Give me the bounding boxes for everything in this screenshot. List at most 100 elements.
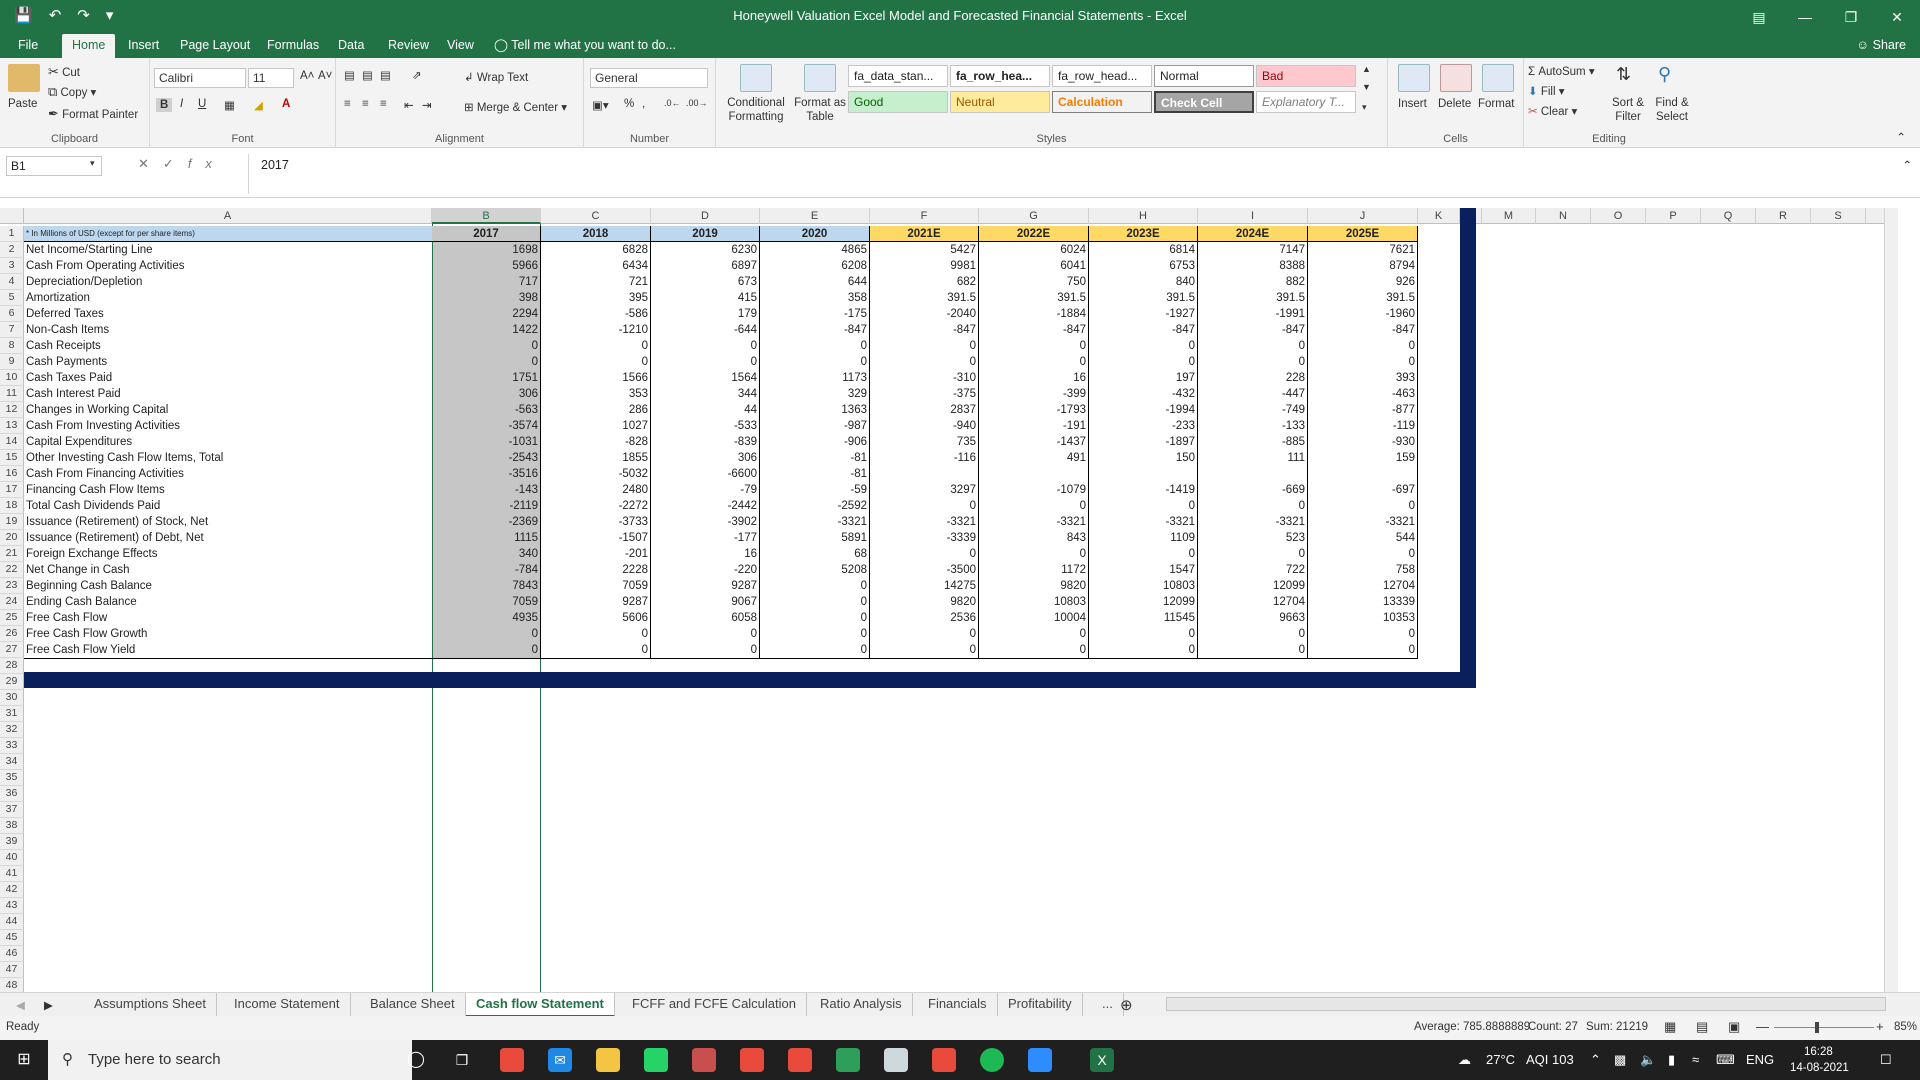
value-cell[interactable]: 0 [870,354,979,370]
worksheet-grid[interactable]: ABCDEFGHIJKLMNOPQRST12345678910111213141… [0,208,1898,992]
row-header[interactable]: 31 [0,706,24,722]
value-cell[interactable]: -191 [979,418,1089,434]
value-cell[interactable]: 0 [760,626,870,642]
horizontal-scrollbar[interactable] [1166,997,1886,1011]
row-label-cell[interactable]: Cash From Operating Activities [24,258,432,274]
value-cell[interactable]: 44 [651,402,760,418]
row-label-cell[interactable]: Cash From Investing Activities [24,418,432,434]
value-cell[interactable]: 14275 [870,578,979,594]
row-label-cell[interactable]: Free Cash Flow Yield [24,642,432,658]
tab-file[interactable]: File [8,34,48,58]
value-cell[interactable]: -847 [979,322,1089,338]
value-cell[interactable]: 1422 [432,322,541,338]
year-header-cell[interactable]: 2018 [541,226,651,242]
value-cell[interactable]: 9287 [541,594,651,610]
value-cell[interactable]: 0 [870,498,979,514]
chrome-profile-2-icon[interactable] [788,1048,812,1072]
value-cell[interactable]: 1564 [651,370,760,386]
value-cell[interactable]: 926 [1308,274,1418,290]
value-cell[interactable]: 0 [1198,498,1308,514]
row-header[interactable]: 23 [0,578,24,594]
notifications-icon[interactable]: ☐ [1880,1040,1892,1080]
value-cell[interactable]: 0 [1308,354,1418,370]
row-header[interactable]: 40 [0,850,24,866]
value-cell[interactable]: 0 [1198,354,1308,370]
value-cell[interactable]: -3902 [651,514,760,530]
row-header[interactable]: 20 [0,530,24,546]
row-header[interactable]: 39 [0,834,24,850]
value-cell[interactable]: -877 [1308,402,1418,418]
value-cell[interactable]: -399 [979,386,1089,402]
tab-review[interactable]: Review [378,34,439,58]
align-center-icon[interactable]: ≡ [362,98,369,110]
value-cell[interactable] [870,466,979,482]
value-cell[interactable]: -839 [651,434,760,450]
merge-center-button[interactable]: ⊞ Merge & Center ▾ [464,100,567,114]
value-cell[interactable]: -906 [760,434,870,450]
value-cell[interactable]: 16 [651,546,760,562]
comma-icon[interactable]: , [642,98,645,110]
value-cell[interactable]: -533 [651,418,760,434]
column-header[interactable]: F [870,208,979,224]
paste-icon[interactable] [8,64,40,92]
value-cell[interactable]: -847 [1308,322,1418,338]
value-cell[interactable]: 6828 [541,242,651,258]
style-neutral[interactable]: Neutral [950,91,1050,113]
row-label-cell[interactable]: Cash Taxes Paid [24,370,432,386]
row-header[interactable]: 34 [0,754,24,770]
value-cell[interactable]: -847 [760,322,870,338]
styles-scroll-up-icon[interactable]: ▲ [1362,64,1371,74]
value-cell[interactable]: -6600 [651,466,760,482]
copy-button[interactable]: ⧉ Copy ▾ [48,84,96,100]
name-box[interactable]: B1 [6,156,102,176]
cut-button[interactable]: ✂ Cut [48,64,80,80]
value-cell[interactable]: 358 [760,290,870,306]
value-cell[interactable]: 179 [651,306,760,322]
value-cell[interactable]: 2228 [541,562,651,578]
value-cell[interactable]: 0 [760,354,870,370]
normal-view-icon[interactable]: ▦ [1664,1019,1676,1035]
styles-more-icon[interactable]: ▾ [1362,102,1367,113]
column-header[interactable]: P [1646,208,1701,224]
value-cell[interactable]: 7147 [1198,242,1308,258]
value-cell[interactable]: -1927 [1089,306,1198,322]
style-fa-data-standard[interactable]: fa_data_stan... [848,65,948,87]
value-cell[interactable]: 395 [541,290,651,306]
row-header[interactable]: 22 [0,562,24,578]
value-cell[interactable]: 228 [1198,370,1308,386]
value-cell[interactable]: 329 [760,386,870,402]
value-cell[interactable]: -3339 [870,530,979,546]
language-label[interactable]: ENG [1746,1040,1774,1080]
align-bottom-icon[interactable]: ▤ [380,68,391,82]
value-cell[interactable]: -669 [1198,482,1308,498]
file-explorer-icon[interactable] [596,1048,620,1072]
year-header-cell[interactable]: 2020 [760,226,870,242]
row-header[interactable]: 9 [0,354,24,370]
insert-cells-button[interactable]: Insert [1398,98,1427,110]
network-icon[interactable]: ▩ [1614,1040,1626,1080]
styles-scroll-down-icon[interactable]: ▼ [1362,82,1371,92]
row-label-cell[interactable]: Free Cash Flow Growth [24,626,432,642]
column-header[interactable]: G [979,208,1089,224]
value-cell[interactable]: -1960 [1308,306,1418,322]
value-cell[interactable]: 0 [1308,498,1418,514]
row-header[interactable]: 3 [0,258,24,274]
value-cell[interactable]: -1419 [1089,482,1198,498]
value-cell[interactable]: 6897 [651,258,760,274]
value-cell[interactable]: -1507 [541,530,651,546]
font-color-icon[interactable]: A [282,98,290,110]
wrap-text-button[interactable]: ↲ Wrap Text [464,70,528,84]
value-cell[interactable]: 6024 [979,242,1089,258]
prev-sheet-icon[interactable]: ◀ [16,998,25,1012]
value-cell[interactable]: 344 [651,386,760,402]
value-cell[interactable]: -463 [1308,386,1418,402]
italic-icon[interactable]: I [180,98,183,110]
value-cell[interactable]: 0 [1198,338,1308,354]
row-label-cell[interactable]: Free Cash Flow [24,610,432,626]
year-header-cell[interactable]: 2025E [1308,226,1418,242]
row-label-cell[interactable]: Beginning Cash Balance [24,578,432,594]
task-view-icon[interactable]: ❐ [450,1048,474,1072]
value-cell[interactable]: 0 [870,626,979,642]
row-header[interactable]: 30 [0,690,24,706]
value-cell[interactable]: -201 [541,546,651,562]
